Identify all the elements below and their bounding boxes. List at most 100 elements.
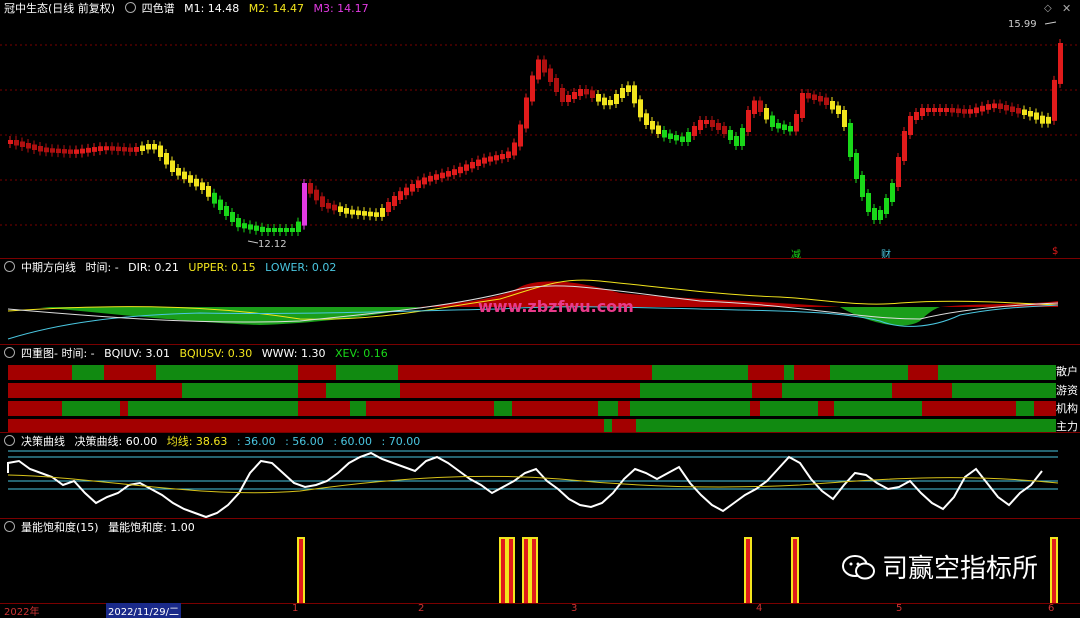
candle-body [512,142,517,156]
layer-segment [306,419,604,433]
level-60: : 60.00 [333,435,373,448]
candle-body [914,112,919,120]
axis-cursor-date[interactable]: 2022/11/29/二 [106,603,182,618]
indicator-name: 四色谱 [141,2,175,15]
candle-body [770,115,775,127]
layer-segment [350,401,366,416]
stock-title: 冠中生态(日线 前复权) [4,2,116,15]
indicator-toggle-icon[interactable] [124,2,136,13]
energy-bar-core [793,539,797,604]
candle-body [572,92,577,99]
candle-body [476,159,481,166]
candle-body [818,96,823,102]
direction-panel[interactable]: 中期方向线 时间: - DIR: 0.21 UPPER: 0.15 LOWER:… [0,258,1080,345]
expand-icon[interactable]: ◇ [1044,3,1052,14]
indicator-toggle-icon[interactable] [4,521,15,532]
candle-body [734,136,739,146]
candle-body [1016,108,1021,114]
decision-panel[interactable]: 决策曲线 决策曲线: 60.00 均线: 38.63 : 36.00 : 56.… [0,432,1080,519]
main-chart-panel[interactable]: 冠中生态(日线 前复权) 四色谱 M1: 14.48 M2: 14.47 M3:… [0,0,1080,261]
layer-segment [598,401,618,416]
close-icon[interactable]: ✕ [1062,2,1071,15]
candle-body [44,147,49,153]
bqiusv-value: BQIUSV: 0.30 [179,347,253,360]
candle-body [200,182,205,190]
candle-body [8,140,13,144]
indicator-toggle-icon[interactable] [4,261,15,272]
direction-time: 时间: - [85,261,119,274]
candle-body [698,120,703,130]
candle-body [278,228,283,232]
layer-segment [326,383,400,398]
candle-body [998,103,1003,109]
axis-month-3: 3 [571,603,578,614]
candle-body [188,175,193,183]
layer-segment [908,365,938,380]
marker-dollar[interactable]: $ [1052,246,1058,257]
candle-body [410,184,415,192]
candle-body [1010,106,1015,112]
layer-segment [834,401,922,416]
candle-body [902,131,907,161]
four-layer-panel[interactable]: 四重图- 时间: - BQIUV: 3.01 BQIUSV: 0.30 WWW:… [0,344,1080,433]
energy-bar-core [524,539,528,604]
candle-body [176,168,181,176]
layer-segment [336,365,398,380]
candle-body [248,224,253,230]
candle-body [944,108,949,112]
candle-body [674,135,679,141]
candle-body [92,147,97,152]
low-price-label: 12.12 [258,239,287,250]
candle-body [806,93,811,99]
candlestick-chart[interactable] [0,0,1080,258]
candle-body [446,171,451,177]
candle-body [470,162,475,169]
candle-body [854,153,859,179]
candle-body [1052,79,1057,121]
candle-body [308,183,313,194]
energy-bar-core [532,539,536,604]
layer-segment [604,419,612,433]
candle-body [314,189,319,201]
layer-segment [618,401,630,416]
candle-body [866,193,871,212]
layer-segment [652,365,748,380]
upper-value: UPPER: 0.15 [188,261,256,274]
energy-bar-core [501,539,505,604]
candle-body [500,154,505,160]
candle-body [158,145,163,157]
avg-line-value: 均线: 38.63 [166,435,228,448]
indicator-toggle-icon[interactable] [4,435,15,446]
candle-body [812,94,817,100]
candle-body [1058,43,1063,84]
candle-body [242,223,247,229]
candle-body [344,208,349,214]
candle-body [620,88,625,98]
candle-body [212,192,217,204]
candle-body [254,225,259,231]
candle-body [338,206,343,213]
candle-body [86,147,91,153]
candle-body [116,146,121,152]
layer-segment [400,383,640,398]
candle-body [602,97,607,106]
indicator-toggle-icon[interactable] [4,347,15,358]
layer-segment [892,383,952,398]
candle-body [656,125,661,134]
candle-body [1034,112,1039,120]
candle-body [722,126,727,134]
candle-body [890,183,895,202]
candle-body [494,155,499,161]
candle-body [842,110,847,127]
candle-body [740,128,745,146]
candle-body [362,211,367,216]
candle-body [152,144,157,150]
candle-body [56,148,61,154]
layer-segment [8,383,182,398]
main-header: 冠中生态(日线 前复权) 四色谱 M1: 14.48 M2: 14.47 M3:… [4,2,375,16]
layer-segment [156,365,298,380]
candle-body [224,206,229,216]
candle-body [290,228,295,232]
candle-body [524,97,529,129]
m2-value: M2: 14.47 [248,2,304,15]
